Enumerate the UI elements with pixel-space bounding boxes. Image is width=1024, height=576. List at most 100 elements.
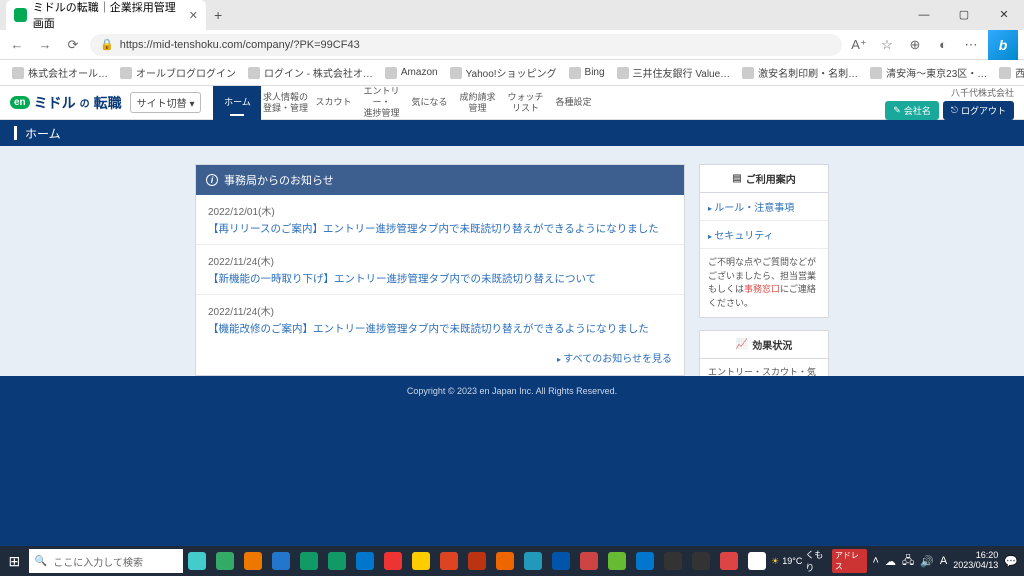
taskbar-app[interactable] (351, 546, 379, 576)
taskbar-app[interactable] (211, 546, 239, 576)
taskbar-app[interactable] (519, 546, 547, 576)
favorite-button[interactable]: ☆ (876, 37, 898, 53)
page-title: ホーム (25, 125, 61, 142)
bookmark-favicon (617, 67, 629, 79)
news-badge[interactable]: アドレス (832, 549, 867, 573)
weather-widget[interactable]: ☀19°C くもり (771, 548, 826, 574)
taskbar-app[interactable] (659, 546, 687, 576)
taskbar-app[interactable] (575, 546, 603, 576)
pipe-icon (14, 126, 17, 140)
volume-icon[interactable]: 🔊 (920, 555, 934, 568)
start-button[interactable]: ⊞ (0, 546, 29, 576)
bookmark-item[interactable]: 西葛メンズエステ Sir… (995, 63, 1024, 82)
close-window-button[interactable]: ✕ (984, 0, 1024, 30)
bookmark-item[interactable]: 三井住友銀行 Value… (613, 63, 735, 82)
taskbar-app[interactable] (407, 546, 435, 576)
all-notices-link[interactable]: すべてのお知らせを見る (196, 344, 684, 375)
bookmark-favicon (248, 67, 260, 79)
notice-item: 2022/11/24(木) 【新機能の一時取り下げ】エントリー進捗管理タブ内での未… (196, 245, 684, 295)
notice-date: 2022/11/24(木) (208, 253, 672, 268)
bookmark-item[interactable]: 清安海～東京23区・… (866, 63, 991, 82)
bookmark-favicon (385, 67, 397, 79)
bookmark-item[interactable]: Bing (565, 65, 609, 81)
address-bar: ← → ⟳ 🔒 https://mid-tenshoku.com/company… (0, 30, 1024, 60)
taskbar-app[interactable] (603, 546, 631, 576)
close-tab-icon[interactable]: ✕ (189, 9, 198, 22)
maximize-button[interactable]: ▢ (944, 0, 984, 30)
taskbar-app[interactable] (239, 546, 267, 576)
bookmark-item[interactable]: ログイン - 株式会社オ… (244, 63, 377, 82)
site-logo[interactable]: en ミドルの転職 (10, 93, 122, 113)
nav-tab[interactable]: スカウト (309, 86, 357, 120)
bookmark-item[interactable]: オールブログログイン (116, 63, 240, 82)
logo-mark: en (10, 96, 30, 109)
bookmark-favicon (12, 67, 24, 79)
nav-tab[interactable]: 求人情報の登録・管理 (261, 86, 309, 120)
bookmark-favicon (450, 67, 462, 79)
forward-button[interactable]: → (34, 37, 56, 52)
taskbar-app[interactable] (631, 546, 659, 576)
nav-tab[interactable]: ウォッチリスト (501, 86, 549, 120)
guide-box: ▤ご利用案内 ルール・注意事項 セキュリティ ご不明な点やご質問などがございまし… (699, 164, 829, 318)
bookmark-item[interactable]: 激安名刺印刷・名刺… (738, 63, 862, 82)
read-aloud-icon[interactable]: A⁺ (848, 37, 870, 53)
tray-chevron-icon[interactable]: ˄ (873, 555, 879, 567)
logout-button[interactable]: ⎋ ログアウト (943, 101, 1014, 120)
new-tab-button[interactable]: + (206, 7, 230, 23)
taskbar-app[interactable] (295, 546, 323, 576)
collections-icon[interactable]: ⊕ (904, 37, 926, 53)
company-label: 八千代株式会社 (951, 86, 1014, 99)
site-switch-dropdown[interactable]: サイト切替 ▾ (130, 92, 202, 113)
effect-header: 📈効果状況 (700, 331, 828, 359)
taskbar-app[interactable] (267, 546, 295, 576)
taskbar-app[interactable] (183, 546, 211, 576)
contact-link[interactable]: 事務窓口 (744, 284, 780, 294)
company-button[interactable]: ✎ 会社名 (885, 101, 939, 120)
menu-button[interactable]: ⋯ (960, 37, 982, 53)
back-button[interactable]: ← (6, 37, 28, 52)
nav-tab[interactable]: ホーム (213, 86, 261, 120)
bookmark-item[interactable]: Yahoo!ショッピング (446, 63, 561, 82)
notice-link[interactable]: 【新機能の一時取り下げ】エントリー進捗管理タブ内での未既読切り替えについて (208, 271, 672, 286)
taskbar-app[interactable] (463, 546, 491, 576)
taskbar-app[interactable] (323, 546, 351, 576)
taskbar-app[interactable] (491, 546, 519, 576)
notice-link[interactable]: 【機能改修のご案内】エントリー進捗管理タブ内で未既読切り替えができるようになりま… (208, 321, 672, 336)
taskbar-app[interactable] (379, 546, 407, 576)
bookmark-favicon (742, 67, 754, 79)
notice-item: 2022/11/24(木)【機能改修のご案内】エントリー進捗管理タブ内で未既読切… (196, 295, 684, 344)
profile-icon[interactable]: ◐ (932, 37, 954, 52)
taskbar-app[interactable] (687, 546, 715, 576)
taskbar-app[interactable] (547, 546, 575, 576)
taskbar-app[interactable] (435, 546, 463, 576)
tab-title: ミドルの転職｜企業採用管理画面 (33, 0, 183, 31)
bookmark-item[interactable]: Amazon (381, 65, 442, 81)
browser-tab[interactable]: ミドルの転職｜企業採用管理画面 ✕ (6, 0, 206, 30)
notice-item: 2022/12/01(木)【再リリースのご案内】エントリー進捗管理タブ内で未既読… (196, 195, 684, 245)
onedrive-icon[interactable]: ☁ (885, 555, 896, 568)
windows-taskbar: ⊞ 🔍 ここに入力して検索 ☀19°C くもり アドレス ˄ ☁ 🖧 🔊 A 1… (0, 546, 1024, 576)
ime-indicator[interactable]: A (940, 555, 947, 567)
nav-tab[interactable]: 成約請求管理 (453, 86, 501, 120)
main-nav: ホーム求人情報の登録・管理スカウトエントリー・進捗管理気になる成約請求管理ウォッ… (213, 86, 597, 120)
taskbar-app[interactable] (715, 546, 743, 576)
notices-panel: i 事務局からのお知らせ 2022/12/01(木)【再リリースのご案内】エント… (195, 164, 685, 376)
notice-link[interactable]: 【再リリースのご案内】エントリー進捗管理タブ内で未既読切り替えができるようになり… (208, 221, 672, 236)
bookmark-item[interactable]: 株式会社オール… (8, 63, 112, 82)
nav-tab[interactable]: エントリー・進捗管理 (357, 86, 405, 120)
reload-button[interactable]: ⟳ (62, 37, 84, 53)
nav-tab[interactable]: 気になる (405, 86, 453, 120)
notifications-icon[interactable]: 💬 (1004, 555, 1018, 568)
guide-link-security[interactable]: セキュリティ (700, 221, 828, 249)
breadcrumb-bar: ホーム (0, 120, 1024, 146)
page-header: en ミドルの転職 サイト切替 ▾ ホーム求人情報の登録・管理スカウトエントリー… (0, 86, 1024, 120)
taskbar-search[interactable]: 🔍 ここに入力して検索 (29, 549, 183, 573)
bing-button[interactable]: b (988, 30, 1018, 60)
guide-link-rules[interactable]: ルール・注意事項 (700, 193, 828, 221)
clock[interactable]: 16:20 2023/04/13 (953, 551, 998, 571)
minimize-button[interactable]: — (904, 0, 944, 30)
network-icon[interactable]: 🖧 (902, 552, 914, 571)
taskbar-app[interactable] (743, 546, 771, 576)
url-field[interactable]: 🔒 https://mid-tenshoku.com/company/?PK=9… (90, 34, 842, 56)
nav-tab[interactable]: 各種設定 (549, 86, 597, 120)
